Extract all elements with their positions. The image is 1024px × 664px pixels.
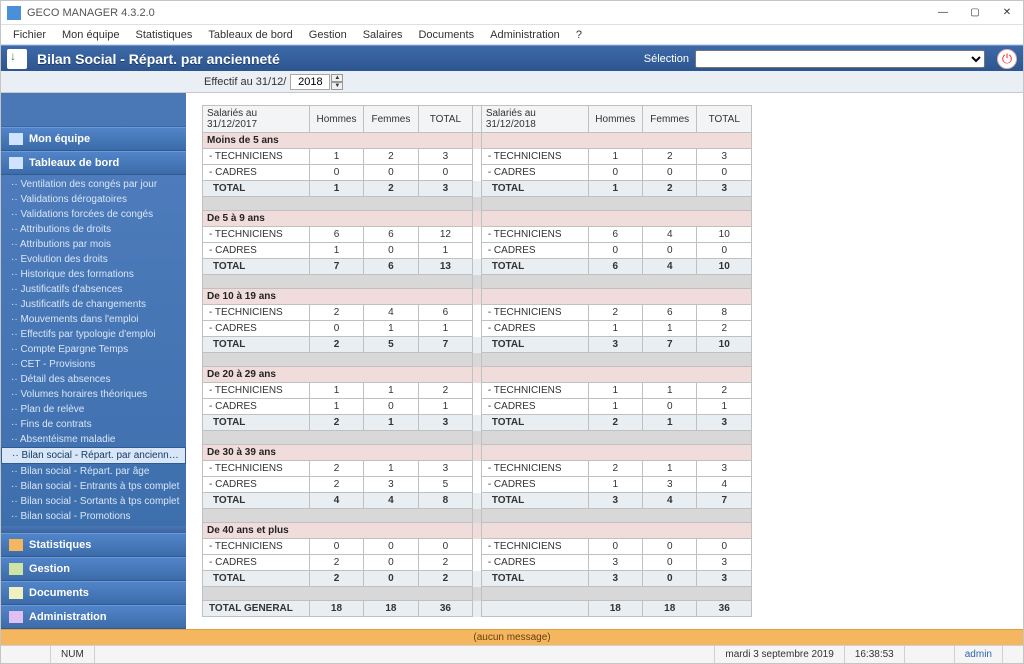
sidebar-item[interactable]: ·· Absentéisme maladie [1, 432, 186, 447]
pane-title: Bilan Social - Répart. par ancienneté [37, 51, 280, 67]
year-spinner[interactable]: ▲▼ [331, 74, 343, 90]
effectif-label: Effectif au 31/12/ [204, 76, 286, 88]
power-icon[interactable]: ⏻ [997, 49, 1017, 69]
chart-icon [9, 539, 23, 551]
wrench-icon [9, 611, 23, 623]
status-num: NUM [51, 646, 95, 663]
header-right-title: Salariés au 31/12/2018 [481, 106, 588, 133]
team-icon [9, 133, 23, 145]
sidebar-section-administration[interactable]: Administration [1, 605, 186, 629]
selection-label: Sélection [644, 53, 689, 65]
status-date: mardi 3 septembre 2019 [715, 646, 844, 663]
sidebar-item[interactable]: ·· Validations dérogatoires [1, 192, 186, 207]
sidebar-section-gestion[interactable]: Gestion [1, 557, 186, 581]
menu-help[interactable]: ? [568, 27, 590, 43]
sidebar-item[interactable]: ·· Plan de relève [1, 402, 186, 417]
window-buttons: — ▢ ✕ [927, 2, 1023, 24]
sidebar-item[interactable]: ·· Volumes horaires théoriques [1, 387, 186, 402]
sidebar-item[interactable]: ·· Historique des formations [1, 267, 186, 282]
data-table: Salariés au 31/12/2017 Hommes Femmes TOT… [202, 105, 752, 617]
sidebar-item[interactable]: ·· Validations forcées de congés [1, 207, 186, 222]
menubar: Fichier Mon équipe Statistiques Tableaux… [1, 25, 1023, 45]
header-left-title: Salariés au 31/12/2017 [203, 106, 310, 133]
sidebar-item[interactable]: ·· Justificatifs de changements [1, 297, 186, 312]
document-icon [9, 587, 23, 599]
sidebar-section-documents[interactable]: Documents [1, 581, 186, 605]
window-titlebar: GECO MANAGER 4.3.2.0 — ▢ ✕ [1, 1, 1023, 25]
menu-mon-equipe[interactable]: Mon équipe [54, 27, 128, 43]
sidebar-section-tableaux[interactable]: Tableaux de bord [1, 151, 186, 175]
menu-salaires[interactable]: Salaires [355, 27, 411, 43]
sidebar-item[interactable]: ·· Bilan social - Promotions [1, 509, 186, 524]
window-title: GECO MANAGER 4.3.2.0 [27, 7, 927, 19]
menu-documents[interactable]: Documents [410, 27, 482, 43]
maximize-button[interactable]: ▢ [959, 2, 991, 24]
header-femmes-r: Femmes [643, 106, 697, 133]
message-bar: (aucun message) [1, 629, 1023, 645]
header-femmes-l: Femmes [364, 106, 418, 133]
sidebar: Mon équipe Tableaux de bord ·· Ventilati… [1, 93, 186, 629]
minimize-button[interactable]: — [927, 2, 959, 24]
sidebar-item[interactable]: ·· Bilan social - Répart. par âge [1, 464, 186, 479]
effectif-bar: Effectif au 31/12/ ▲▼ [1, 71, 1023, 93]
header-total-r: TOTAL [697, 106, 752, 133]
selection-dropdown[interactable] [695, 50, 985, 68]
branding-area [1, 93, 186, 127]
sidebar-item[interactable]: ·· Fins de contrats [1, 417, 186, 432]
sidebar-item[interactable]: ·· Ventilation des congés par jour [1, 177, 186, 192]
header-total-l: TOTAL [418, 106, 472, 133]
menu-fichier[interactable]: Fichier [5, 27, 54, 43]
gear-icon [9, 563, 23, 575]
sidebar-item[interactable]: ·· Détail des absences [1, 372, 186, 387]
status-user: admin [955, 646, 1003, 663]
app-icon [7, 6, 21, 20]
sidebar-item[interactable]: ·· Justificatifs d'absences [1, 282, 186, 297]
sidebar-tree: ·· Ventilation des congés par jour·· Val… [1, 175, 186, 526]
header-hommes-r: Hommes [588, 106, 642, 133]
sidebar-item[interactable]: ·· Bilan social - Répart. par ancienneté [1, 447, 186, 464]
sidebar-item[interactable]: ·· CET - Provisions [1, 357, 186, 372]
sidebar-item[interactable]: ·· Bilan social - Entrants à tps complet [1, 479, 186, 494]
report-icon [7, 49, 27, 69]
sidebar-item[interactable]: ·· Compte Epargne Temps [1, 342, 186, 357]
sidebar-item[interactable]: ·· Bilan social - Sortants à tps complet [1, 494, 186, 509]
year-input[interactable] [290, 74, 330, 90]
sidebar-item[interactable]: ·· Evolution des droits [1, 252, 186, 267]
header-hommes-l: Hommes [309, 106, 363, 133]
sidebar-item[interactable]: ·· Attributions par mois [1, 237, 186, 252]
statusbar: NUM mardi 3 septembre 2019 16:38:53 admi… [1, 645, 1023, 663]
sidebar-section-statistiques[interactable]: Statistiques [1, 533, 186, 557]
status-time: 16:38:53 [845, 646, 905, 663]
sidebar-section-mon-equipe[interactable]: Mon équipe [1, 127, 186, 151]
menu-tableaux[interactable]: Tableaux de bord [200, 27, 300, 43]
content-area: Salariés au 31/12/2017 Hommes Femmes TOT… [186, 93, 1023, 629]
pane-header: Bilan Social - Répart. par ancienneté Sé… [1, 45, 1023, 71]
menu-gestion[interactable]: Gestion [301, 27, 355, 43]
sidebar-item[interactable]: ·· Mouvements dans l'emploi [1, 312, 186, 327]
sidebar-item[interactable]: ·· Effectifs par typologie d'emploi [1, 327, 186, 342]
menu-statistiques[interactable]: Statistiques [128, 27, 201, 43]
close-button[interactable]: ✕ [991, 2, 1023, 24]
grid-icon [9, 157, 23, 169]
sidebar-item[interactable]: ·· Attributions de droits [1, 222, 186, 237]
menu-administration[interactable]: Administration [482, 27, 568, 43]
